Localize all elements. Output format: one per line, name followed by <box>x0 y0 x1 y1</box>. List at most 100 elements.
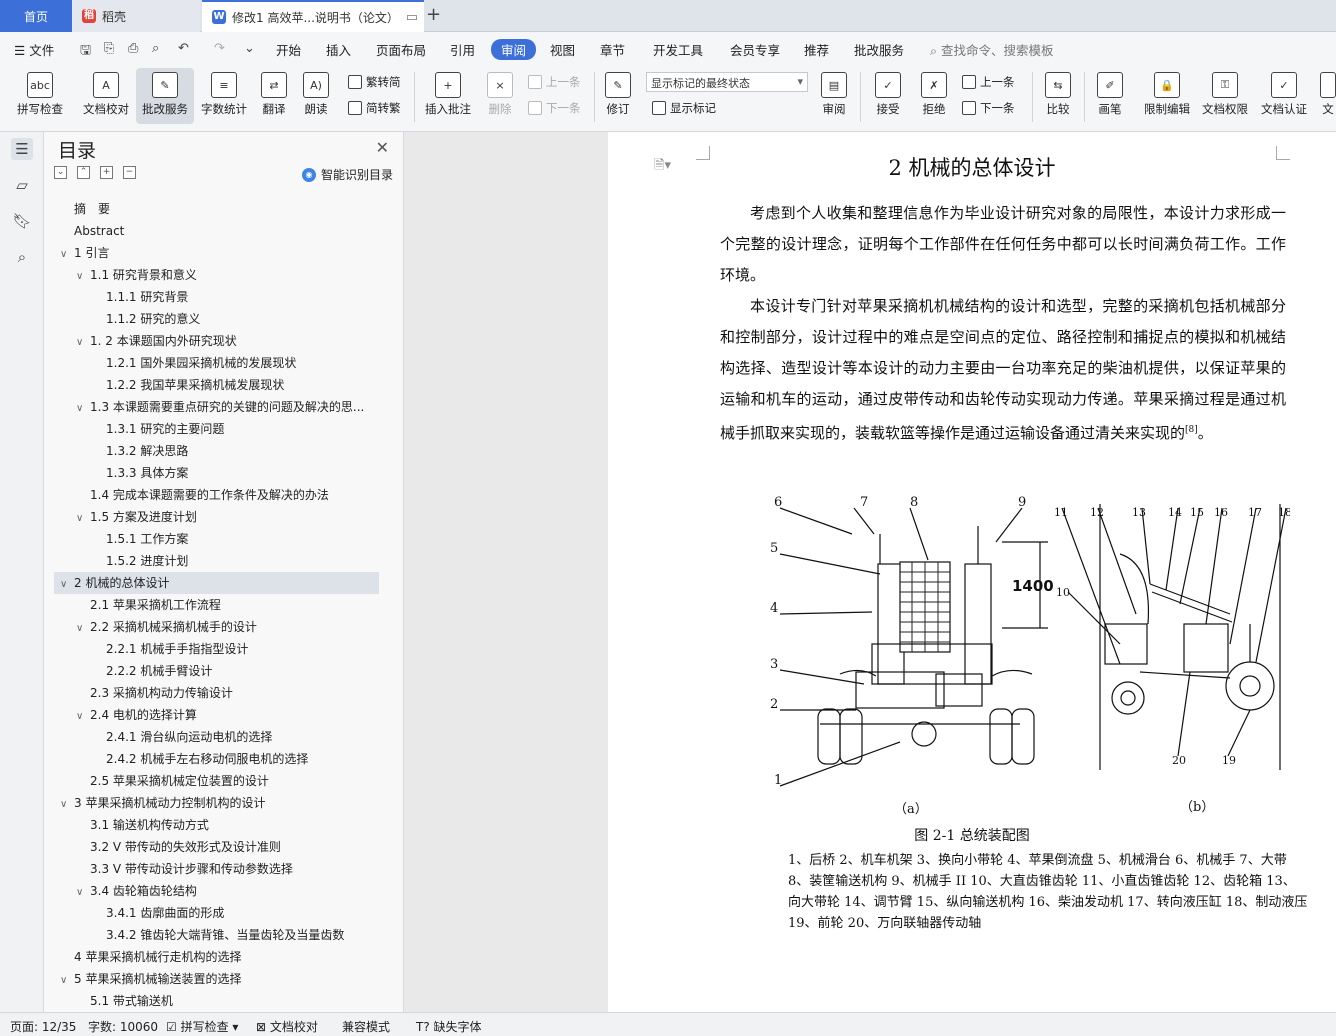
toc-item[interactable]: 3.4.1 齿廓曲面的形成 <box>54 902 379 924</box>
toc-item[interactable]: 1.3.2 解决思路 <box>54 440 379 462</box>
simp-to-trad-button[interactable]: 简转繁 <box>348 100 401 116</box>
toc-item[interactable]: ∨ 5 苹果采摘机械输送装置的选择 <box>54 968 379 990</box>
page-indicator[interactable]: 页面: 12/35 <box>10 1018 76 1035</box>
command-search[interactable]: ⌕ 查找命令、搜索模板 <box>930 40 1054 59</box>
document-page[interactable]: 🗎▾ 2 机械的总体设计 考虑到个人收集和整理信息作为毕业设计研究对象的局限性，… <box>608 132 1336 1012</box>
toc-item[interactable]: 1.3.1 研究的主要问题 <box>54 418 379 440</box>
close-icon[interactable]: ✕ <box>376 138 389 157</box>
chevron-down-icon[interactable]: ∨ <box>76 882 90 902</box>
proof-status[interactable]: ⊠ 文档校对 <box>256 1018 318 1035</box>
toc-item[interactable]: 1.4 完成本课题需要的工作条件及解决的办法 <box>54 484 379 506</box>
tab-daoke[interactable]: 稻 稻壳 <box>72 0 200 32</box>
more-icon[interactable]: ⌄ <box>244 41 255 56</box>
menu-review[interactable]: 审阅 <box>491 39 537 60</box>
menu-chapter[interactable]: 章节 <box>600 40 625 59</box>
menu-reference[interactable]: 引用 <box>450 40 475 59</box>
review-pane-button[interactable]: ▤ 审阅 <box>814 68 854 124</box>
preview-icon[interactable]: ⌕ <box>152 41 159 56</box>
compare-button[interactable]: ⇆ 比较 <box>1038 68 1078 124</box>
toc-item[interactable]: 2.4.2 机械手左右移动伺服电机的选择 <box>54 748 379 770</box>
chevron-down-icon[interactable]: ∨ <box>76 618 90 638</box>
toc-item[interactable]: ∨ 3.4 齿轮箱齿轮结构 <box>54 880 379 902</box>
bookmark-icon[interactable]: 🔖︎ <box>11 210 33 232</box>
toc-item[interactable]: 1.5.1 工作方案 <box>54 528 379 550</box>
remove-heading-icon[interactable]: − <box>123 166 136 179</box>
next-comment-button[interactable]: 下一条 <box>528 100 581 116</box>
spellcheck-button[interactable]: abc 拼写检查 <box>8 68 72 124</box>
track-changes-button[interactable]: ✎ 修订 <box>600 68 636 124</box>
toc-item[interactable]: 1.1.1 研究背景 <box>54 286 379 308</box>
reject-button[interactable]: ✗ 拒绝 <box>914 68 954 124</box>
chevron-down-icon[interactable]: ∨ <box>76 332 90 352</box>
doc-certify-button[interactable]: ✓ 文档认证 <box>1256 68 1312 124</box>
trad-to-simp-button[interactable]: 繁转简 <box>348 74 401 90</box>
toc-item[interactable]: ∨ 1.1 研究背景和意义 <box>54 264 379 286</box>
insert-comment-button[interactable]: + 插入批注 <box>420 68 476 124</box>
chevron-down-icon[interactable]: ∨ <box>60 794 74 814</box>
search-icon[interactable]: ⌕ <box>11 246 33 268</box>
toc-item[interactable]: 1.2.1 国外果园采摘机械的发展现状 <box>54 352 379 374</box>
correction-button[interactable]: ✎ 批改服务 <box>136 68 194 124</box>
tab-home[interactable]: 首页 <box>0 0 72 32</box>
accept-button[interactable]: ✓ 接受 <box>868 68 908 124</box>
chevron-down-icon[interactable]: ∨ <box>76 706 90 726</box>
toc-item[interactable]: 2.3 采摘机构动力传输设计 <box>54 682 379 704</box>
add-heading-icon[interactable]: + <box>100 166 113 179</box>
toc-item[interactable]: ∨ 1.5 方案及进度计划 <box>54 506 379 528</box>
menu-devtools[interactable]: 开发工具 <box>653 40 703 59</box>
chevron-down-icon[interactable]: ∨ <box>76 398 90 418</box>
ribbon-overflow-button[interactable]: 文 <box>1320 68 1336 124</box>
spellcheck-status[interactable]: ☑ 拼写检查 ▾ <box>166 1018 238 1035</box>
toc-item[interactable]: ∨ 2.2 采摘机械采摘机械手的设计 <box>54 616 379 638</box>
new-tab-icon[interactable]: + <box>426 4 441 25</box>
toc-item[interactable]: ∨ 1.3 本课题需要重点研究的关键的问题及解决的思... <box>54 396 379 418</box>
restrict-edit-button[interactable]: 🔒 限制编辑 <box>1140 68 1194 124</box>
chevron-down-icon[interactable]: ∨ <box>60 244 74 264</box>
toc-item[interactable]: 2.2.2 机械手臂设计 <box>54 660 379 682</box>
menu-layout[interactable]: 页面布局 <box>376 40 426 59</box>
file-menu[interactable]: ☰ 文件 <box>14 40 54 59</box>
menu-view[interactable]: 视图 <box>550 40 575 59</box>
toc-item[interactable]: 1.3.3 具体方案 <box>54 462 379 484</box>
doc-permission-button[interactable]: ⚿ 文档权限 <box>1198 68 1252 124</box>
toc-item[interactable]: 2.4.1 滑台纵向运动电机的选择 <box>54 726 379 748</box>
toc-item[interactable]: ∨ 2 机械的总体设计 <box>54 572 379 594</box>
prev-comment-button[interactable]: 上一条 <box>528 74 581 90</box>
menu-recommend[interactable]: 推荐 <box>804 40 829 59</box>
chevron-down-icon[interactable]: ∨ <box>60 970 74 990</box>
toc-item[interactable]: ∨ 3 苹果采摘机械动力控制机构的设计 <box>54 792 379 814</box>
toc-item[interactable]: 2.1 苹果采摘机工作流程 <box>54 594 379 616</box>
markup-state-select[interactable]: 显示标记的最终状态 <box>646 72 808 92</box>
collapse-all-icon[interactable]: ⌄ <box>54 166 67 179</box>
toc-item[interactable]: ∨ 1 引言 <box>54 242 379 264</box>
toc-item[interactable]: 3.1 输送机构传动方式 <box>54 814 379 836</box>
toc-item[interactable]: 1.5.2 进度计划 <box>54 550 379 572</box>
chevron-down-icon[interactable]: ∨ <box>60 574 74 594</box>
toc-item[interactable]: ∨ 1. 2 本课题国内外研究现状 <box>54 330 379 352</box>
translate-button[interactable]: ⇄ 翻译 <box>254 68 294 124</box>
toc-item[interactable]: 3.3 V 带传动设计步骤和传动参数选择 <box>54 858 379 880</box>
next-change-button[interactable]: 下一条 <box>962 100 1015 116</box>
tab-monitor-icon[interactable]: ▭ <box>406 10 418 25</box>
print-icon[interactable]: ⎙ <box>128 41 138 56</box>
toc-item[interactable]: Abstract <box>54 220 379 242</box>
pen-button[interactable]: ✐ 画笔 <box>1090 68 1130 124</box>
missing-fonts[interactable]: T? 缺失字体 <box>416 1018 482 1035</box>
menu-start[interactable]: 开始 <box>276 40 301 59</box>
chapter-nav-icon[interactable]: ▱ <box>11 174 33 196</box>
menu-correction[interactable]: 批改服务 <box>854 40 904 59</box>
word-count[interactable]: 字数: 10060 <box>88 1018 158 1035</box>
expand-up-icon[interactable]: ⌃ <box>77 166 90 179</box>
smart-toc-button[interactable]: ◉ 智能识别目录 <box>301 166 393 183</box>
toc-item[interactable]: 4 苹果采摘机械行走机构的选择 <box>54 946 379 968</box>
tab-document[interactable]: W 修改1 高效苹...说明书（论文） ▭ <box>202 0 424 32</box>
redo-icon[interactable]: ↷ <box>214 41 225 56</box>
chevron-down-icon[interactable]: ∨ <box>76 508 90 528</box>
toc-item[interactable]: ∨ 2.4 电机的选择计算 <box>54 704 379 726</box>
toc-item[interactable]: 5.1 带式输送机 <box>54 990 379 1008</box>
menu-member[interactable]: 会员专享 <box>730 40 780 59</box>
menu-insert[interactable]: 插入 <box>326 40 351 59</box>
export-icon[interactable]: ⎘ <box>104 41 114 56</box>
toc-item[interactable]: 2.5 苹果采摘机械定位装置的设计 <box>54 770 379 792</box>
toc-item[interactable]: 3.4.2 锥齿轮大端背锥、当量齿轮及当量齿数 <box>54 924 379 946</box>
